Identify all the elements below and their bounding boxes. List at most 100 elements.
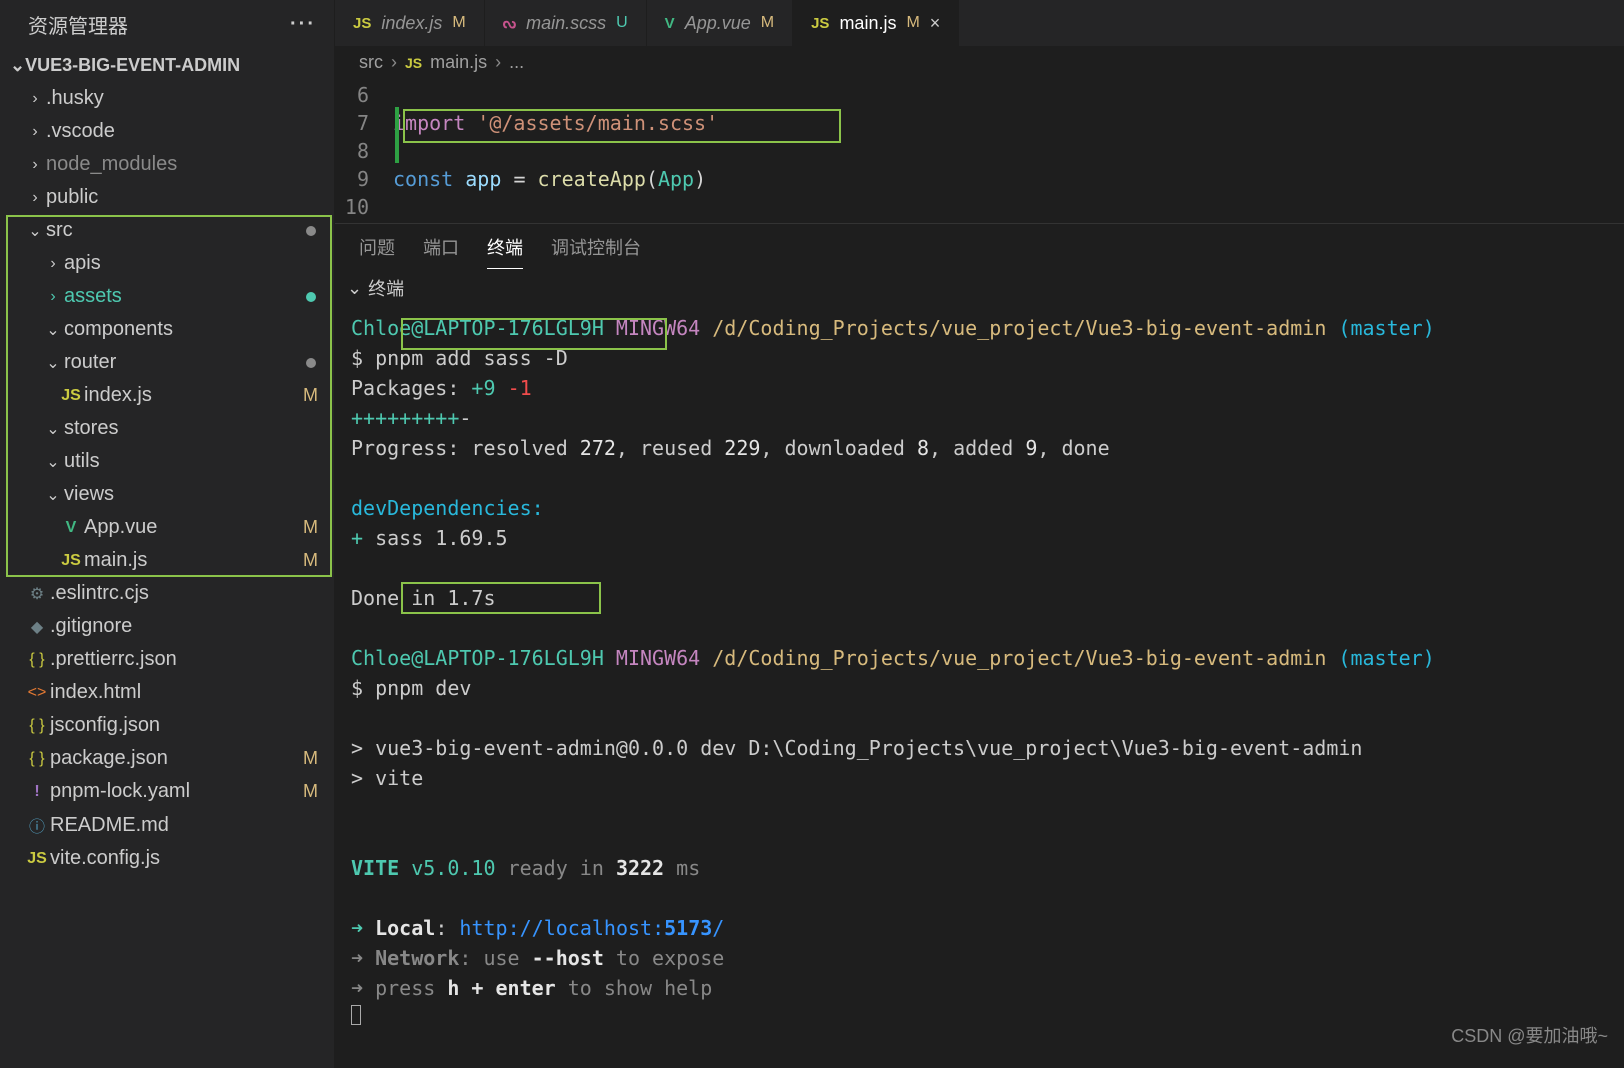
file-icon: { } <box>24 750 50 768</box>
editor-tab[interactable]: VApp.vueM <box>647 0 793 46</box>
panel-tab[interactable]: 问题 <box>359 234 395 269</box>
explorer-sidebar: 资源管理器 ··· ⌄ VUE3-BIG-EVENT-ADMIN ›.husky… <box>0 0 335 1068</box>
close-icon[interactable]: × <box>930 13 941 34</box>
tree-item[interactable]: { }.prettierrc.json <box>0 643 334 676</box>
tree-item[interactable]: ⌄router <box>0 346 334 379</box>
tree-item[interactable]: JSvite.config.js <box>0 842 334 875</box>
tree-item[interactable]: ›.husky <box>0 82 334 115</box>
tree-item[interactable]: { }jsconfig.json <box>0 709 334 742</box>
diff-indicator <box>395 107 399 163</box>
chevron-icon: › <box>42 255 64 273</box>
tree-item[interactable]: VApp.vueM <box>0 511 334 544</box>
tree-item-label: router <box>64 351 306 374</box>
tree-item[interactable]: ›node_modules <box>0 148 334 181</box>
tree-item[interactable]: ⌄src <box>0 214 334 247</box>
tree-item-label: .vscode <box>46 120 334 143</box>
panel-tab[interactable]: 终端 <box>487 234 523 269</box>
code-line[interactable]: 7import '@/assets/main.scss' <box>335 109 1624 137</box>
tree-item[interactable]: { }package.jsonM <box>0 742 334 775</box>
tree-item[interactable]: ›public <box>0 181 334 214</box>
file-icon: ! <box>24 783 50 801</box>
terminal-line <box>351 703 1608 733</box>
panel-tabs: 问题端口终端调试控制台 <box>335 224 1624 269</box>
editor-tab[interactable]: JSmain.jsM× <box>793 0 959 46</box>
terminal-line: Done in 1.7s <box>351 583 1608 613</box>
code-content <box>393 137 1624 165</box>
panel-tab[interactable]: 调试控制台 <box>551 234 641 269</box>
panel-tab[interactable]: 端口 <box>423 234 459 269</box>
chevron-icon: ⌄ <box>24 221 46 241</box>
terminal-output[interactable]: Chloe@LAPTOP-176LGL9H MINGW64 /d/Coding_… <box>335 307 1624 1068</box>
tree-item-label: .eslintrc.cjs <box>50 582 334 605</box>
terminal-line: devDependencies: <box>351 493 1608 523</box>
more-icon[interactable]: ··· <box>290 13 316 36</box>
file-icon: ⓘ <box>24 813 50 837</box>
tree-item-label: utils <box>64 450 334 473</box>
tree-item-label: public <box>46 186 334 209</box>
code-line[interactable]: 8 <box>335 137 1624 165</box>
project-name: VUE3-BIG-EVENT-ADMIN <box>25 55 240 76</box>
code-line[interactable]: 9const app = createApp(App) <box>335 165 1624 193</box>
code-content: import '@/assets/main.scss' <box>393 109 1624 137</box>
tree-item[interactable]: ⌄utils <box>0 445 334 478</box>
tree-item-label: index.html <box>50 681 334 704</box>
terminal-line: ➜ press h + enter to show help <box>351 973 1608 1003</box>
code-line[interactable]: 6 <box>335 81 1624 109</box>
tree-item[interactable]: ◆.gitignore <box>0 610 334 643</box>
git-status-badge: M <box>303 385 318 406</box>
git-status-dot <box>306 358 316 368</box>
code-line[interactable]: 10 <box>335 193 1624 221</box>
tree-item-label: App.vue <box>84 516 303 539</box>
breadcrumb-tail: ... <box>509 52 524 73</box>
tree-item[interactable]: ›apis <box>0 247 334 280</box>
editor-main: JSindex.jsMᔓmain.scssUVApp.vueMJSmain.js… <box>335 0 1624 1068</box>
tree-item[interactable]: !pnpm-lock.yamlM <box>0 775 334 808</box>
tree-item[interactable]: JSindex.jsM <box>0 379 334 412</box>
terminal-line <box>351 793 1608 823</box>
tree-item[interactable]: ›assets <box>0 280 334 313</box>
git-status-badge: M <box>303 517 318 538</box>
breadcrumb-file: main.js <box>430 52 487 73</box>
breadcrumb[interactable]: src › JS main.js › ... <box>335 46 1624 79</box>
tree-item[interactable]: ⌄views <box>0 478 334 511</box>
terminal-line <box>351 1003 1608 1033</box>
terminal-line: + sass 1.69.5 <box>351 523 1608 553</box>
tree-item-label: node_modules <box>46 153 334 176</box>
tree-item-label: pnpm-lock.yaml <box>50 780 303 803</box>
tree-item[interactable]: ⚙.eslintrc.cjs <box>0 577 334 610</box>
editor-tab[interactable]: ᔓmain.scssU <box>485 0 647 46</box>
tree-item-label: stores <box>64 417 334 440</box>
tree-item-label: .husky <box>46 87 334 110</box>
tree-item[interactable]: <>index.html <box>0 676 334 709</box>
tree-item[interactable]: JSmain.jsM <box>0 544 334 577</box>
terminal-line <box>351 463 1608 493</box>
tree-item[interactable]: ›.vscode <box>0 115 334 148</box>
line-number: 6 <box>335 81 393 109</box>
chevron-icon: › <box>24 156 46 174</box>
tree-item-label: README.md <box>50 814 334 837</box>
tree-item[interactable]: ⌄stores <box>0 412 334 445</box>
git-status-badge: U <box>616 14 628 32</box>
editor-tab[interactable]: JSindex.jsM <box>335 0 485 46</box>
chevron-icon: › <box>24 123 46 141</box>
tree-item[interactable]: ⓘREADME.md <box>0 808 334 842</box>
terminal-group-header[interactable]: ⌄ 终端 <box>335 269 1624 307</box>
terminal-line: Packages: +9 -1 <box>351 373 1608 403</box>
chevron-icon: › <box>24 90 46 108</box>
code-editor[interactable]: 67import '@/assets/main.scss'89const app… <box>335 79 1624 223</box>
js-icon: JS <box>405 55 422 71</box>
chevron-icon: ⌄ <box>42 485 64 505</box>
chevron-right-icon: › <box>495 52 501 73</box>
git-status-badge: M <box>452 14 465 32</box>
project-header[interactable]: ⌄ VUE3-BIG-EVENT-ADMIN <box>0 49 334 82</box>
file-icon: <> <box>24 684 50 702</box>
terminal-line: VITE v5.0.10 ready in 3222 ms <box>351 853 1608 883</box>
tree-item[interactable]: ⌄components <box>0 313 334 346</box>
chevron-right-icon: › <box>391 52 397 73</box>
file-icon: ◆ <box>24 617 50 637</box>
chevron-down-icon: ⌄ <box>10 55 25 76</box>
tree-item-label: views <box>64 483 334 506</box>
explorer-header: 资源管理器 ··· <box>0 0 334 49</box>
terminal-line <box>351 613 1608 643</box>
tab-label: main.scss <box>526 13 606 34</box>
